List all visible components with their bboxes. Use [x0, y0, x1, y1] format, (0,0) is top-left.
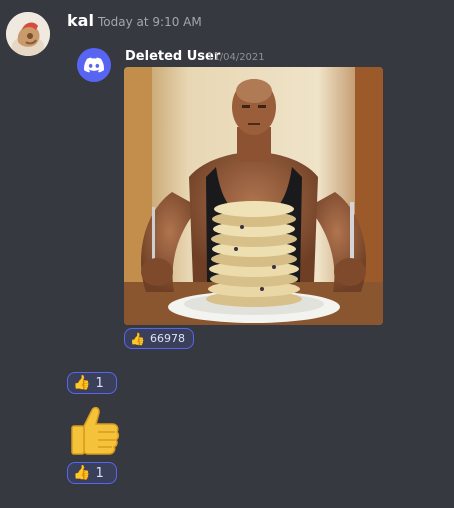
reaction-thumbs-up[interactable]: 👍 1	[67, 372, 117, 394]
reaction-count: 66978	[149, 332, 185, 345]
thumbs-up-icon	[71, 406, 120, 455]
avatar-image	[6, 12, 50, 56]
user-avatar[interactable]	[6, 12, 50, 56]
embed-author-avatar[interactable]	[77, 48, 111, 82]
reaction-thumbs-up[interactable]: 👍 1	[67, 462, 117, 484]
embed-image[interactable]	[124, 67, 383, 325]
message-username[interactable]: kal	[67, 11, 94, 30]
embed-author-name[interactable]: Deleted User	[125, 49, 220, 64]
jumbo-thumbs-up-emoji	[68, 404, 120, 458]
reaction-count: 1	[95, 375, 104, 391]
reaction-count: 1	[95, 465, 104, 481]
thumbs-up-icon: 👍	[73, 375, 91, 391]
thumbs-up-icon: 👍	[130, 331, 145, 346]
pancake-photo	[124, 67, 383, 325]
message-timestamp: Today at 9:10 AM	[98, 15, 202, 29]
embed-date: 11/04/2021	[207, 52, 265, 63]
discord-logo-icon	[84, 57, 104, 73]
thumbs-up-icon: 👍	[73, 465, 91, 481]
embed-reaction-thumbs-up[interactable]: 👍 66978	[124, 328, 194, 349]
